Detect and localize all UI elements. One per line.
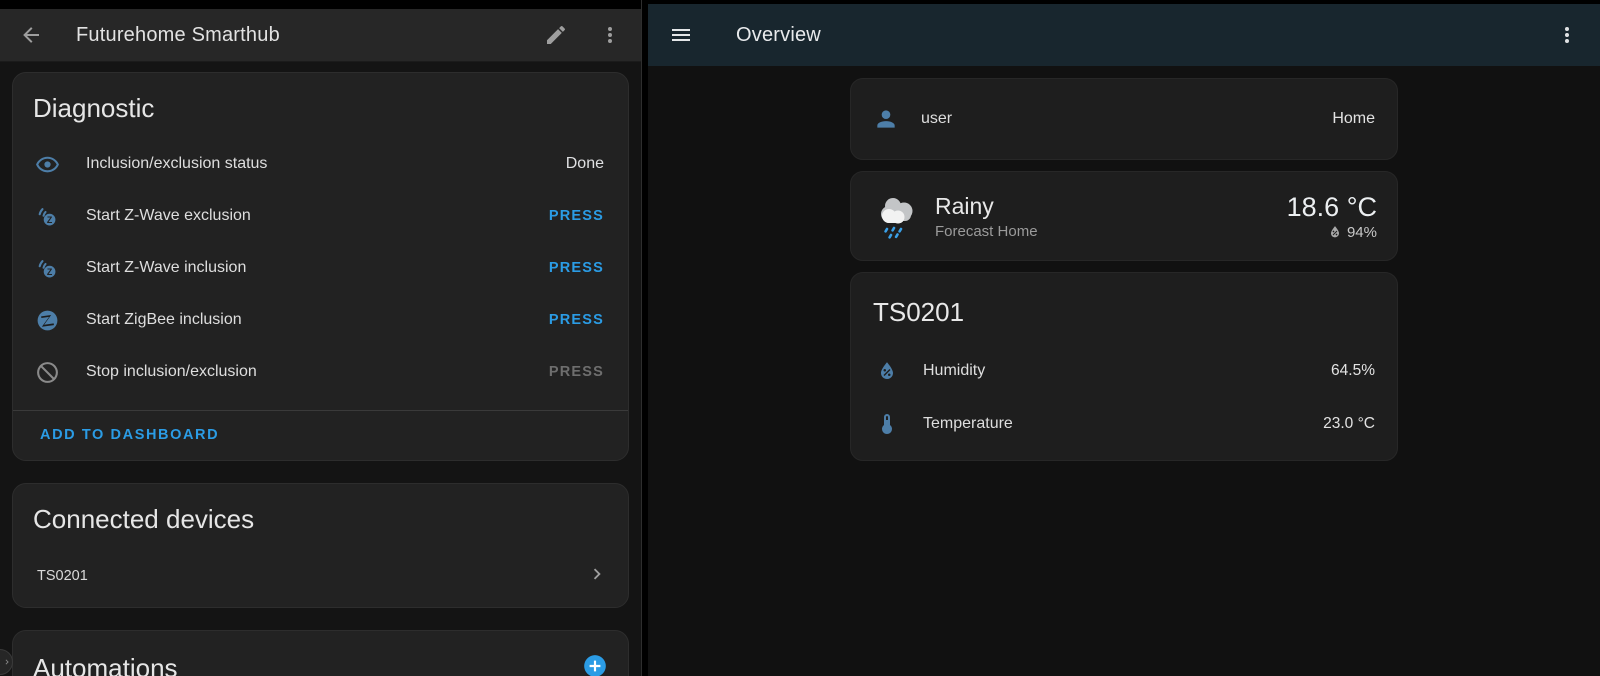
press-button[interactable]: PRESS bbox=[549, 260, 604, 276]
row-label: Start ZigBee inclusion bbox=[86, 311, 242, 329]
svg-text:Z: Z bbox=[46, 266, 52, 276]
dashboard-content: user Home bbox=[648, 66, 1600, 472]
plus-circle-icon bbox=[582, 653, 608, 676]
edit-button[interactable] bbox=[543, 22, 569, 48]
hamburger-menu-icon bbox=[669, 23, 693, 47]
stop-inclusion-exclusion-row: Stop inclusion/exclusion PRESS bbox=[13, 346, 628, 398]
connected-device-item[interactable]: TS0201 bbox=[13, 549, 628, 603]
water-percent-icon bbox=[1327, 224, 1343, 240]
press-button-disabled: PRESS bbox=[549, 364, 604, 380]
weather-forecast-card[interactable]: Rainy Forecast Home 18.6 °C 94% bbox=[850, 171, 1398, 261]
humidity-row[interactable]: Humidity 64.5% bbox=[851, 344, 1397, 397]
diagnostic-card-title: Diagnostic bbox=[13, 73, 628, 138]
add-to-dashboard-button[interactable]: ADD TO DASHBOARD bbox=[40, 427, 219, 443]
overflow-menu-button[interactable] bbox=[597, 22, 623, 48]
sidebar-menu-button[interactable] bbox=[668, 22, 694, 48]
svg-text:Z: Z bbox=[46, 214, 52, 224]
pencil-icon bbox=[544, 23, 568, 47]
sensor-name: Temperature bbox=[923, 415, 1013, 433]
sensor-value: 23.0 °C bbox=[1323, 415, 1375, 433]
diagnostic-card-footer: ADD TO DASHBOARD bbox=[13, 411, 628, 460]
sensor-name: Humidity bbox=[923, 362, 985, 380]
device-app-bar: Futurehome Smarthub bbox=[0, 9, 641, 62]
eye-icon bbox=[34, 151, 60, 177]
connected-devices-title: Connected devices bbox=[13, 484, 628, 549]
sensor-card-title: TS0201 bbox=[851, 291, 1397, 344]
temperature-row[interactable]: Temperature 23.0 °C bbox=[851, 397, 1397, 450]
dots-vertical-icon bbox=[598, 23, 622, 47]
chevron-right-icon bbox=[586, 563, 608, 590]
weather-humidity: 94% bbox=[1347, 224, 1377, 241]
dashboard-title: Overview bbox=[736, 24, 821, 47]
user-entity-card[interactable]: user Home bbox=[850, 78, 1398, 160]
zigbee-icon bbox=[34, 307, 60, 333]
status-bar bbox=[0, 0, 641, 9]
zwave-icon: Z bbox=[34, 255, 60, 281]
connected-devices-card: Connected devices TS0201 bbox=[12, 483, 629, 608]
rainy-weather-icon bbox=[871, 190, 923, 242]
account-icon bbox=[873, 106, 899, 132]
start-zwave-inclusion-row: Z Start Z-Wave inclusion PRESS bbox=[13, 242, 628, 294]
cancel-icon bbox=[34, 359, 60, 385]
start-zwave-exclusion-row: Z Start Z-Wave exclusion PRESS bbox=[13, 190, 628, 242]
overview-window: Overview user Home bbox=[648, 0, 1600, 676]
press-button[interactable]: PRESS bbox=[549, 312, 604, 328]
weather-entity-name: Forecast Home bbox=[935, 223, 1038, 240]
row-state: Done bbox=[566, 155, 604, 173]
row-label: Stop inclusion/exclusion bbox=[86, 363, 257, 381]
sensor-value: 64.5% bbox=[1331, 362, 1375, 380]
zwave-icon: Z bbox=[34, 203, 60, 229]
automations-card: Automations bbox=[12, 630, 629, 676]
weather-temperature: 18.6 °C bbox=[1287, 192, 1377, 222]
back-button[interactable] bbox=[18, 22, 44, 48]
press-button[interactable]: PRESS bbox=[549, 208, 604, 224]
row-label: Inclusion/exclusion status bbox=[86, 155, 267, 173]
entity-name: user bbox=[921, 110, 952, 128]
row-label: Start Z-Wave exclusion bbox=[86, 207, 251, 225]
thermometer-icon bbox=[875, 412, 899, 436]
device-page-content: Diagnostic Inclusion/exclusion status Do… bbox=[0, 62, 641, 676]
overview-app-bar: Overview bbox=[648, 4, 1600, 66]
device-sensor-card: TS0201 Humidity 64.5% Temperature 23.0 °… bbox=[850, 272, 1398, 461]
device-page-window: Futurehome Smarthub Diagnostic bbox=[0, 0, 642, 676]
entity-state: Home bbox=[1332, 110, 1375, 128]
chevron-right-icon bbox=[2, 656, 12, 668]
device-name: TS0201 bbox=[37, 568, 88, 584]
row-label: Start Z-Wave inclusion bbox=[86, 259, 246, 277]
screen: Futurehome Smarthub Diagnostic bbox=[0, 0, 1600, 676]
water-percent-icon bbox=[875, 359, 899, 383]
dots-vertical-icon bbox=[1555, 23, 1579, 47]
add-automation-button[interactable] bbox=[582, 653, 608, 676]
automations-title: Automations bbox=[33, 653, 178, 676]
weather-condition: Rainy bbox=[935, 193, 1038, 220]
overflow-menu-button[interactable] bbox=[1554, 22, 1580, 48]
arrow-left-icon bbox=[19, 23, 43, 47]
diagnostic-card: Diagnostic Inclusion/exclusion status Do… bbox=[12, 72, 629, 461]
start-zigbee-inclusion-row: Start ZigBee inclusion PRESS bbox=[13, 294, 628, 346]
page-title: Futurehome Smarthub bbox=[76, 24, 280, 47]
inclusion-exclusion-status-row: Inclusion/exclusion status Done bbox=[13, 138, 628, 190]
